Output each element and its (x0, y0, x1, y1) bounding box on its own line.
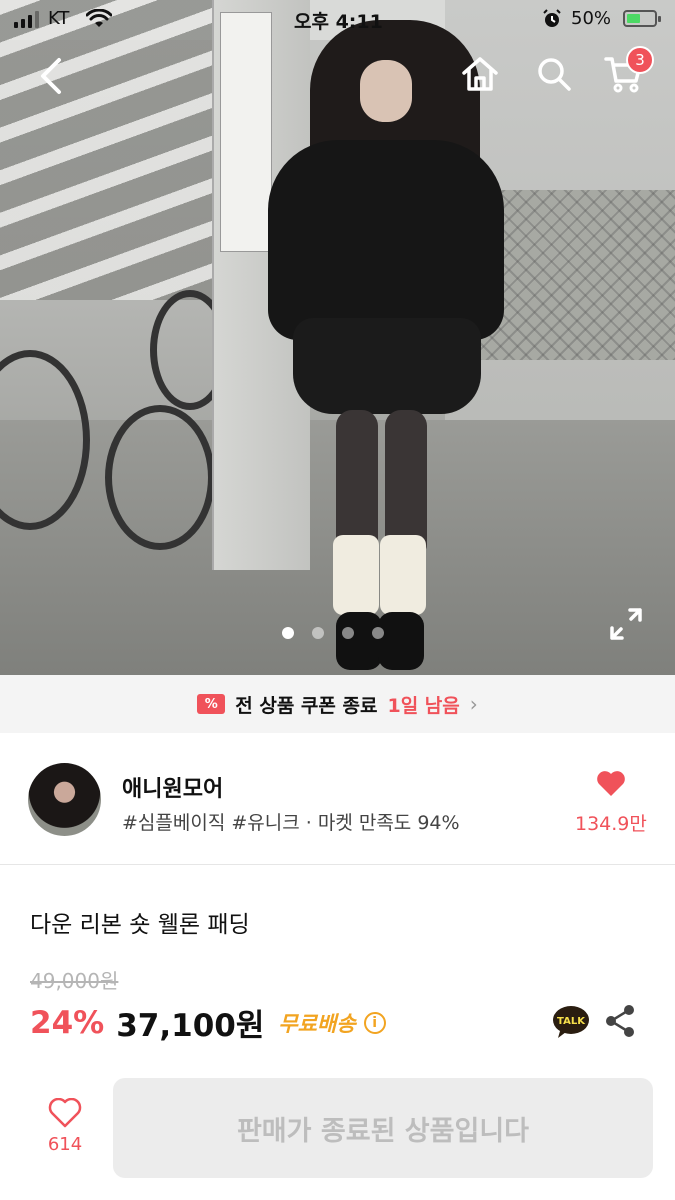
shop-tags: #심플베이직 #유니크 · 마켓 만족도 94% (122, 812, 460, 834)
fullscreen-icon[interactable] (606, 604, 646, 644)
search-icon (538, 58, 571, 91)
product-image[interactable] (0, 0, 675, 675)
heart-filled-icon[interactable] (596, 769, 626, 797)
discount-rate: 24% (30, 1004, 105, 1041)
wish-button[interactable]: 614 (30, 1098, 100, 1168)
signal-icon (14, 10, 39, 28)
photo-sign (220, 12, 272, 252)
heart-outline-icon (48, 1098, 82, 1128)
photo-model-face (360, 60, 412, 122)
battery-level (627, 14, 640, 23)
sold-out-button[interactable]: 판매가 종료된 상품입니다 (113, 1078, 653, 1178)
chevron-left-icon (41, 58, 61, 94)
photo-model-legwarmer (380, 535, 426, 615)
gallery-dot[interactable] (372, 627, 384, 639)
search-button[interactable] (530, 50, 578, 98)
status-bar: KT 오후 4:11 50% (0, 0, 675, 40)
sale-price: 37,100원 (116, 1008, 265, 1044)
photo-model-skirt (293, 318, 481, 414)
kakao-talk-icon[interactable]: TALK (552, 1005, 590, 1039)
shop-like-count: 134.9만 (575, 813, 647, 835)
info-icon[interactable]: i (363, 1011, 386, 1034)
photo-model-shoe (378, 612, 424, 670)
share-icon[interactable] (604, 1004, 636, 1038)
shop-name[interactable]: 애니원모어 (122, 771, 223, 803)
alarm-icon (543, 9, 561, 27)
gallery-pagination (282, 627, 384, 639)
shop-avatar[interactable] (28, 763, 101, 836)
clock: 오후 4:11 (294, 11, 383, 33)
photo-model-jacket (268, 140, 504, 340)
photo-model-legwarmer (333, 535, 379, 615)
coupon-remaining: 1일 남음 (387, 694, 460, 717)
home-button[interactable] (456, 50, 504, 98)
wifi-icon (86, 9, 112, 27)
cart-button[interactable]: 3 (600, 46, 654, 98)
product-title: 다운 리본 숏 웰론 패딩 (30, 912, 250, 938)
photo-bicycle (105, 405, 215, 550)
shop-info[interactable]: 애니원모어 #심플베이직 #유니크 · 마켓 만족도 94% 134.9만 (0, 733, 675, 865)
talk-label: TALK (557, 1016, 586, 1027)
battery-percent: 50% (571, 8, 612, 29)
photo-model-shoe (336, 612, 382, 670)
chevron-right-icon: › (469, 692, 478, 716)
price-row: 24% 37,100원 무료배송 i (30, 1000, 386, 1045)
wish-count: 614 (47, 1134, 83, 1155)
free-shipping-label: 무료배송 (278, 1011, 356, 1036)
coupon-icon: % (197, 694, 226, 714)
photo-stairs (0, 0, 230, 300)
battery-icon (623, 10, 661, 27)
gallery-dot[interactable] (312, 627, 324, 639)
back-button[interactable] (26, 52, 74, 100)
gallery-dot[interactable] (342, 627, 354, 639)
gallery-dot[interactable] (282, 627, 294, 639)
coupon-text: 전 상품 쿠폰 종료 (235, 694, 378, 717)
coupon-banner[interactable]: % 전 상품 쿠폰 종료 1일 남음 › (0, 675, 675, 733)
original-price: 49,000원 (30, 969, 119, 993)
cart-count-badge: 3 (626, 46, 654, 74)
carrier-label: KT (48, 8, 70, 29)
home-icon (462, 57, 498, 91)
